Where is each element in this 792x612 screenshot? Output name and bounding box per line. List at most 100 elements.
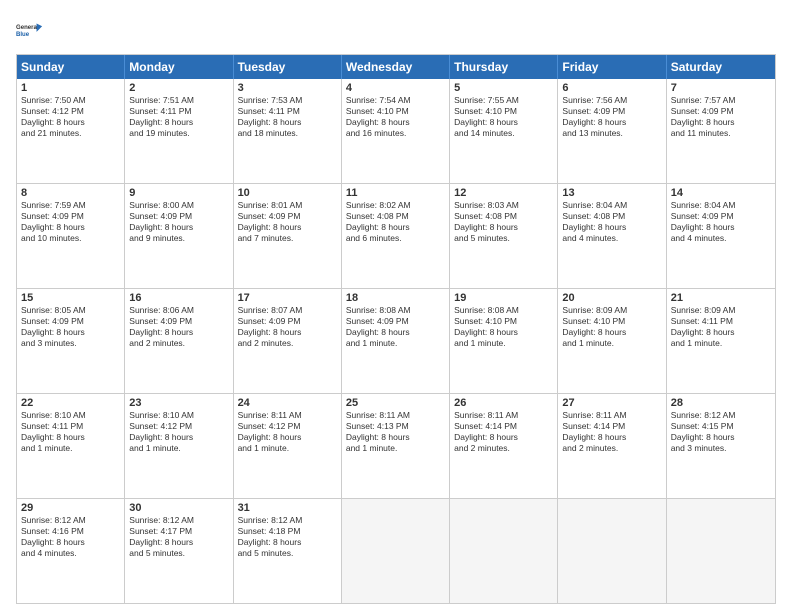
- cell-info: Sunrise: 8:04 AMSunset: 4:09 PMDaylight:…: [671, 200, 771, 244]
- cell-info: Sunrise: 7:56 AMSunset: 4:09 PMDaylight:…: [562, 95, 661, 139]
- cell-info: Sunrise: 7:55 AMSunset: 4:10 PMDaylight:…: [454, 95, 553, 139]
- cal-cell-22: 22Sunrise: 8:10 AMSunset: 4:11 PMDayligh…: [17, 394, 125, 498]
- svg-text:Blue: Blue: [16, 32, 30, 38]
- cal-cell-10: 10Sunrise: 8:01 AMSunset: 4:09 PMDayligh…: [234, 184, 342, 288]
- day-number: 14: [671, 187, 771, 199]
- cell-info: Sunrise: 8:02 AMSunset: 4:08 PMDaylight:…: [346, 200, 445, 244]
- cell-info: Sunrise: 8:03 AMSunset: 4:08 PMDaylight:…: [454, 200, 553, 244]
- header-day-tuesday: Tuesday: [234, 55, 342, 79]
- cal-cell-7: 7Sunrise: 7:57 AMSunset: 4:09 PMDaylight…: [667, 79, 775, 183]
- logo: GeneralBlue: [16, 16, 44, 44]
- calendar-header: SundayMondayTuesdayWednesdayThursdayFrid…: [17, 55, 775, 79]
- cal-cell-25: 25Sunrise: 8:11 AMSunset: 4:13 PMDayligh…: [342, 394, 450, 498]
- day-number: 3: [238, 82, 337, 94]
- cal-cell-19: 19Sunrise: 8:08 AMSunset: 4:10 PMDayligh…: [450, 289, 558, 393]
- cal-cell-9: 9Sunrise: 8:00 AMSunset: 4:09 PMDaylight…: [125, 184, 233, 288]
- calendar: SundayMondayTuesdayWednesdayThursdayFrid…: [16, 54, 776, 604]
- day-number: 22: [21, 397, 120, 409]
- day-number: 8: [21, 187, 120, 199]
- cal-cell-14: 14Sunrise: 8:04 AMSunset: 4:09 PMDayligh…: [667, 184, 775, 288]
- cell-info: Sunrise: 8:11 AMSunset: 4:14 PMDaylight:…: [454, 410, 553, 454]
- cell-info: Sunrise: 8:04 AMSunset: 4:08 PMDaylight:…: [562, 200, 661, 244]
- cell-info: Sunrise: 8:11 AMSunset: 4:13 PMDaylight:…: [346, 410, 445, 454]
- day-number: 18: [346, 292, 445, 304]
- header-day-sunday: Sunday: [17, 55, 125, 79]
- cal-cell-24: 24Sunrise: 8:11 AMSunset: 4:12 PMDayligh…: [234, 394, 342, 498]
- cell-info: Sunrise: 8:08 AMSunset: 4:09 PMDaylight:…: [346, 305, 445, 349]
- cell-info: Sunrise: 8:12 AMSunset: 4:17 PMDaylight:…: [129, 515, 228, 559]
- cell-info: Sunrise: 7:57 AMSunset: 4:09 PMDaylight:…: [671, 95, 771, 139]
- cal-cell-8: 8Sunrise: 7:59 AMSunset: 4:09 PMDaylight…: [17, 184, 125, 288]
- cal-cell-5: 5Sunrise: 7:55 AMSunset: 4:10 PMDaylight…: [450, 79, 558, 183]
- cell-info: Sunrise: 7:51 AMSunset: 4:11 PMDaylight:…: [129, 95, 228, 139]
- day-number: 7: [671, 82, 771, 94]
- day-number: 13: [562, 187, 661, 199]
- cell-info: Sunrise: 7:54 AMSunset: 4:10 PMDaylight:…: [346, 95, 445, 139]
- day-number: 31: [238, 502, 337, 514]
- cal-cell-26: 26Sunrise: 8:11 AMSunset: 4:14 PMDayligh…: [450, 394, 558, 498]
- day-number: 21: [671, 292, 771, 304]
- cal-row-3: 15Sunrise: 8:05 AMSunset: 4:09 PMDayligh…: [17, 289, 775, 394]
- header-day-friday: Friday: [558, 55, 666, 79]
- cal-cell-empty-6: [667, 499, 775, 603]
- header-day-monday: Monday: [125, 55, 233, 79]
- cal-cell-18: 18Sunrise: 8:08 AMSunset: 4:09 PMDayligh…: [342, 289, 450, 393]
- day-number: 6: [562, 82, 661, 94]
- header-day-saturday: Saturday: [667, 55, 775, 79]
- cell-info: Sunrise: 8:00 AMSunset: 4:09 PMDaylight:…: [129, 200, 228, 244]
- cal-cell-empty-3: [342, 499, 450, 603]
- cell-info: Sunrise: 8:12 AMSunset: 4:18 PMDaylight:…: [238, 515, 337, 559]
- day-number: 12: [454, 187, 553, 199]
- cell-info: Sunrise: 8:11 AMSunset: 4:12 PMDaylight:…: [238, 410, 337, 454]
- cal-cell-29: 29Sunrise: 8:12 AMSunset: 4:16 PMDayligh…: [17, 499, 125, 603]
- cell-info: Sunrise: 8:01 AMSunset: 4:09 PMDaylight:…: [238, 200, 337, 244]
- day-number: 30: [129, 502, 228, 514]
- day-number: 11: [346, 187, 445, 199]
- cell-info: Sunrise: 7:50 AMSunset: 4:12 PMDaylight:…: [21, 95, 120, 139]
- cell-info: Sunrise: 8:10 AMSunset: 4:12 PMDaylight:…: [129, 410, 228, 454]
- cal-cell-27: 27Sunrise: 8:11 AMSunset: 4:14 PMDayligh…: [558, 394, 666, 498]
- cal-cell-3: 3Sunrise: 7:53 AMSunset: 4:11 PMDaylight…: [234, 79, 342, 183]
- cell-info: Sunrise: 8:09 AMSunset: 4:10 PMDaylight:…: [562, 305, 661, 349]
- cell-info: Sunrise: 8:11 AMSunset: 4:14 PMDaylight:…: [562, 410, 661, 454]
- cal-cell-16: 16Sunrise: 8:06 AMSunset: 4:09 PMDayligh…: [125, 289, 233, 393]
- header-day-wednesday: Wednesday: [342, 55, 450, 79]
- day-number: 20: [562, 292, 661, 304]
- cal-cell-23: 23Sunrise: 8:10 AMSunset: 4:12 PMDayligh…: [125, 394, 233, 498]
- cal-cell-13: 13Sunrise: 8:04 AMSunset: 4:08 PMDayligh…: [558, 184, 666, 288]
- cell-info: Sunrise: 7:59 AMSunset: 4:09 PMDaylight:…: [21, 200, 120, 244]
- cal-row-2: 8Sunrise: 7:59 AMSunset: 4:09 PMDaylight…: [17, 184, 775, 289]
- day-number: 15: [21, 292, 120, 304]
- cal-row-1: 1Sunrise: 7:50 AMSunset: 4:12 PMDaylight…: [17, 79, 775, 184]
- cal-cell-11: 11Sunrise: 8:02 AMSunset: 4:08 PMDayligh…: [342, 184, 450, 288]
- cal-cell-empty-4: [450, 499, 558, 603]
- cal-cell-4: 4Sunrise: 7:54 AMSunset: 4:10 PMDaylight…: [342, 79, 450, 183]
- cal-cell-1: 1Sunrise: 7:50 AMSunset: 4:12 PMDaylight…: [17, 79, 125, 183]
- cell-info: Sunrise: 8:10 AMSunset: 4:11 PMDaylight:…: [21, 410, 120, 454]
- day-number: 26: [454, 397, 553, 409]
- day-number: 23: [129, 397, 228, 409]
- cal-row-5: 29Sunrise: 8:12 AMSunset: 4:16 PMDayligh…: [17, 499, 775, 603]
- cell-info: Sunrise: 8:08 AMSunset: 4:10 PMDaylight:…: [454, 305, 553, 349]
- day-number: 16: [129, 292, 228, 304]
- day-number: 10: [238, 187, 337, 199]
- cal-cell-6: 6Sunrise: 7:56 AMSunset: 4:09 PMDaylight…: [558, 79, 666, 183]
- cell-info: Sunrise: 8:05 AMSunset: 4:09 PMDaylight:…: [21, 305, 120, 349]
- day-number: 19: [454, 292, 553, 304]
- cell-info: Sunrise: 8:09 AMSunset: 4:11 PMDaylight:…: [671, 305, 771, 349]
- cell-info: Sunrise: 8:06 AMSunset: 4:09 PMDaylight:…: [129, 305, 228, 349]
- cell-info: Sunrise: 8:07 AMSunset: 4:09 PMDaylight:…: [238, 305, 337, 349]
- cal-cell-21: 21Sunrise: 8:09 AMSunset: 4:11 PMDayligh…: [667, 289, 775, 393]
- calendar-body: 1Sunrise: 7:50 AMSunset: 4:12 PMDaylight…: [17, 79, 775, 603]
- cal-cell-2: 2Sunrise: 7:51 AMSunset: 4:11 PMDaylight…: [125, 79, 233, 183]
- day-number: 29: [21, 502, 120, 514]
- logo-icon: GeneralBlue: [16, 16, 44, 44]
- cal-cell-30: 30Sunrise: 8:12 AMSunset: 4:17 PMDayligh…: [125, 499, 233, 603]
- day-number: 25: [346, 397, 445, 409]
- day-number: 5: [454, 82, 553, 94]
- day-number: 2: [129, 82, 228, 94]
- cal-cell-empty-5: [558, 499, 666, 603]
- day-number: 1: [21, 82, 120, 94]
- page-header: GeneralBlue: [16, 16, 776, 44]
- cal-cell-12: 12Sunrise: 8:03 AMSunset: 4:08 PMDayligh…: [450, 184, 558, 288]
